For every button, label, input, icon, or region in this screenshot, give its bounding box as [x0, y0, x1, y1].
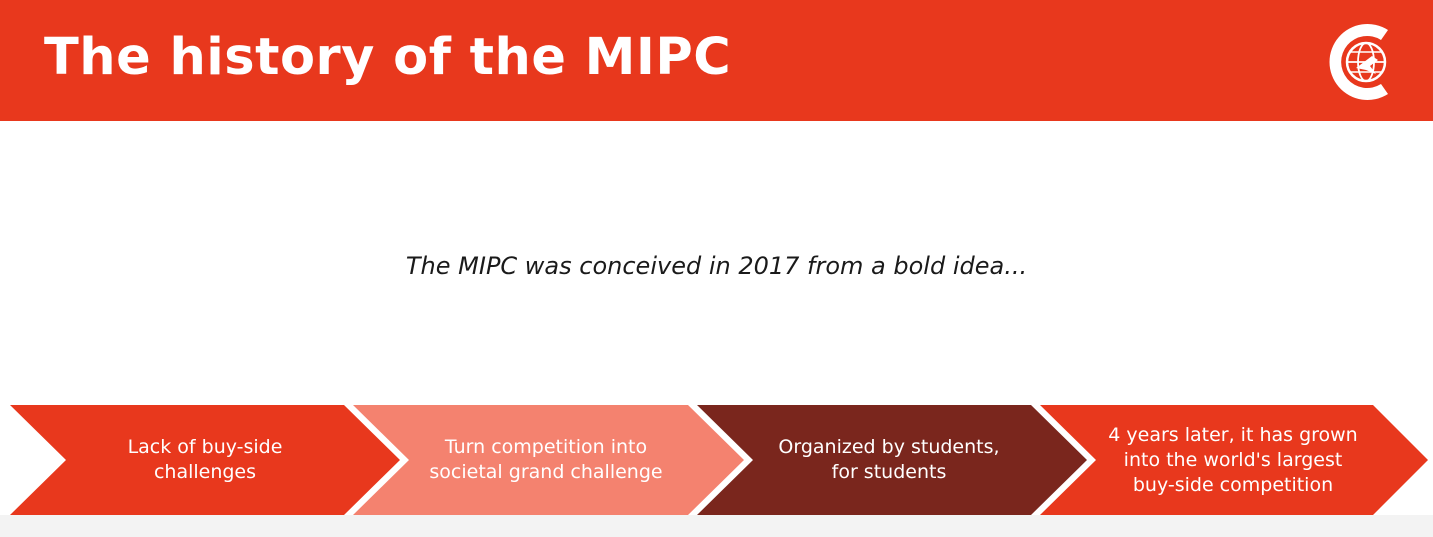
intro-text: The MIPC was conceived in 2017 from a bo… — [405, 252, 1028, 280]
page-title: The history of the MIPC — [44, 28, 732, 87]
process-step-3-label: Organized by students, for students — [778, 436, 1000, 483]
process-step-1-label: Lack of buy-side challenges — [127, 436, 283, 483]
slide: The history of the MIPC The MIPC was con… — [0, 0, 1433, 537]
process-step-4-label: 4 years later, it has grown into the wor… — [1108, 423, 1358, 496]
process-arrow-row: Lack of buy-side challenges Turn competi… — [0, 405, 1433, 515]
process-step-2-label: Turn competition into societal grand cha… — [429, 436, 663, 483]
mipc-globe-logo-icon — [1329, 23, 1388, 100]
header-bar: The history of the MIPC — [0, 0, 1433, 121]
footer-strip — [0, 515, 1433, 537]
